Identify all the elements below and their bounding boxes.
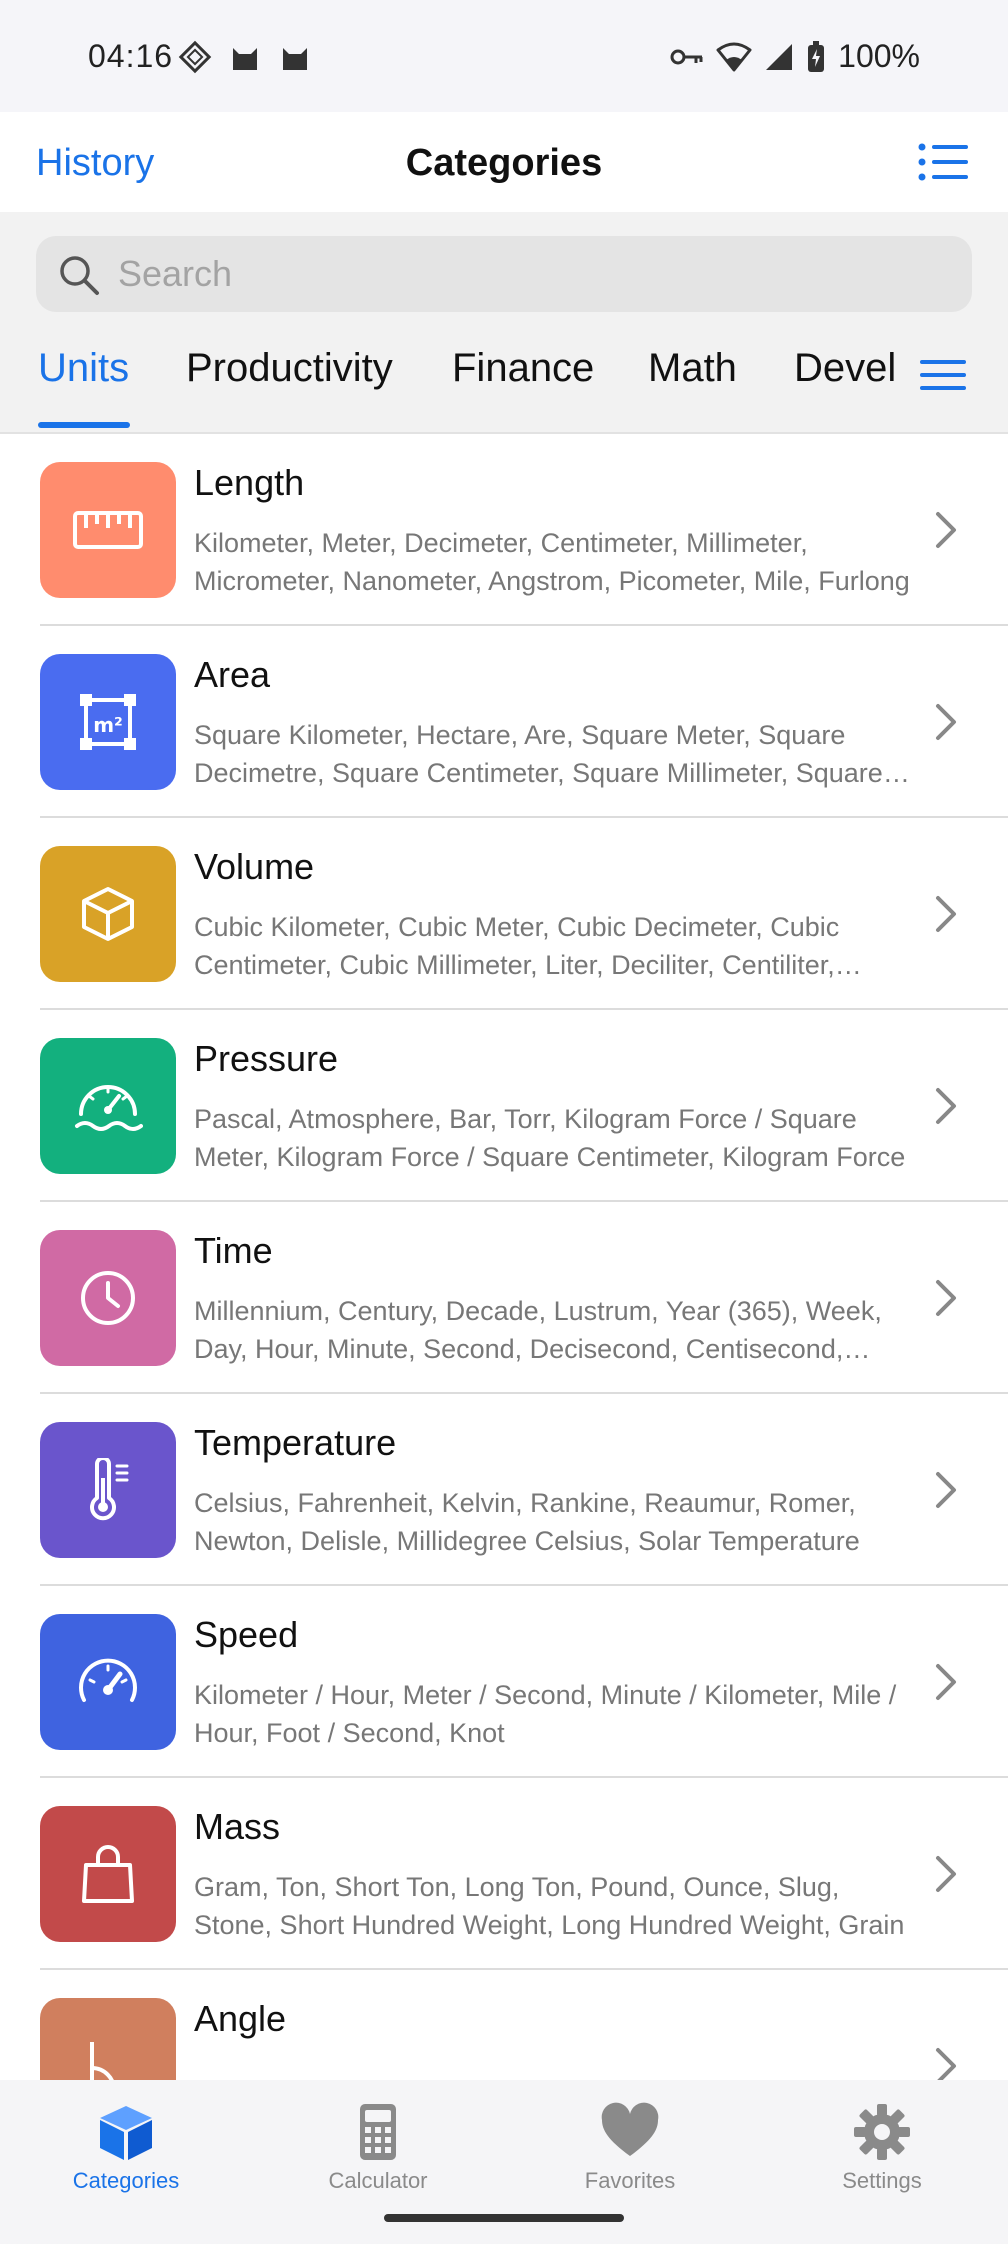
category-units: Kilometer, Meter, Decimeter, Centimeter,… [194,528,910,596]
category-row-pressure[interactable]: Pressure Pascal, Atmosphere, Bar, Torr, … [0,1010,1008,1202]
battery-percent: 100% [838,38,920,74]
gear-icon [854,2104,910,2160]
list-icon[interactable] [918,142,968,182]
page-title: Categories [405,142,603,184]
category-row-length[interactable]: Length Kilometer, Meter, Decimeter, Cent… [0,434,1008,626]
wifi-icon [716,42,752,71]
category-units: Square Kilometer, Hectare, Are, Square M… [194,720,883,788]
bottom-nav-label: Categories [72,2168,180,2193]
cat-icon [283,48,307,70]
bottom-nav-calculator[interactable]: Calculator [252,2080,504,2210]
tab-productivity[interactable]: Productivity [186,346,393,391]
shopping-bag-icon [40,1806,176,1942]
category-list: Length Kilometer, Meter, Decimeter, Cent… [0,432,1008,2080]
status-system-icons: 100% [670,38,920,75]
category-units: Millennium, Century, Decade, Lustrum, Ye… [194,1296,882,1364]
chevron-right-icon [936,704,956,740]
tab-math[interactable]: Math [648,346,737,391]
category-title: Area [194,654,271,695]
chevron-right-icon [936,1472,956,1508]
category-row-temperature[interactable]: Temperature Celsius, Fahrenheit, Kelvin,… [0,1394,1008,1586]
calculator-icon [360,2104,396,2160]
tab-devel[interactable]: Devel [794,346,896,391]
search-input[interactable] [118,246,938,302]
clock-icon [40,1230,176,1366]
svg-text:m²: m² [93,713,123,737]
bottom-nav-categories[interactable]: Categories [0,2080,252,2210]
cube-icon [40,846,176,982]
chevron-right-icon [936,896,956,932]
square-meter-icon: m² [40,654,176,790]
category-title: Temperature [194,1422,397,1463]
status-bar: 04:16 100% [0,0,1008,112]
bottom-nav-label: Favorites [584,2168,676,2193]
category-row-volume[interactable]: Volume Cubic Kilometer, Cubic Meter, Cub… [0,818,1008,1010]
home-indicator[interactable] [384,2214,624,2222]
bottom-nav-label: Settings [842,2168,922,2193]
tab-finance[interactable]: Finance [452,346,594,391]
angle-icon [40,1998,176,2080]
search-box[interactable] [36,236,972,312]
bottom-nav-favorites[interactable]: Favorites [504,2080,756,2210]
chevron-right-icon [936,2048,956,2080]
cat-icon [233,48,257,70]
ruler-icon [40,462,176,598]
chevron-right-icon [936,512,956,548]
active-tab-indicator [38,422,130,428]
status-time: 04:16 [88,38,174,74]
category-units: Pascal, Atmosphere, Bar, Torr, Kilogram … [194,1104,906,1172]
category-title: Volume [194,846,315,887]
category-units: Celsius, Fahrenheit, Kelvin, Rankine, Re… [194,1488,860,1556]
category-title: Mass [194,1806,281,1847]
diamond-icon [178,40,212,74]
category-title: Pressure [194,1038,339,1079]
search-region: Units Productivity Finance Math Devel [0,212,1008,432]
chevron-right-icon [936,1280,956,1316]
signal-icon [766,43,793,70]
tab-units[interactable]: Units [38,346,129,391]
vpn-key-icon [670,49,703,64]
category-title: Angle [194,1998,287,2039]
pressure-gauge-icon [40,1038,176,1174]
chevron-right-icon [936,1664,956,1700]
category-title: Speed [194,1614,299,1655]
category-row-angle[interactable]: Angle [0,1970,1008,2080]
category-row-speed[interactable]: Speed Kilometer / Hour, Meter / Second, … [0,1586,1008,1778]
cube-icon [100,2106,152,2160]
status-notification-icons [178,40,312,74]
category-units: Kilometer / Hour, Meter / Second, Minute… [194,1680,897,1748]
category-title: Length [194,462,305,503]
category-row-area[interactable]: m² Area Square Kilometer, Hectare, Are, … [0,626,1008,818]
heart-icon [601,2102,659,2156]
top-navbar: History Categories [0,112,1008,212]
category-units: Gram, Ton, Short Ton, Long Ton, Pound, O… [194,1872,905,1940]
thermometer-icon [40,1422,176,1558]
bottom-nav-settings[interactable]: Settings [756,2080,1008,2210]
category-title: Time [194,1230,273,1271]
hamburger-icon[interactable] [920,358,966,392]
bottom-nav-label: Calculator [328,2168,428,2193]
speedometer-icon [40,1614,176,1750]
category-row-time[interactable]: Time Millennium, Century, Decade, Lustru… [0,1202,1008,1394]
search-icon [60,256,99,295]
category-tabs: Units Productivity Finance Math Devel [0,332,1008,432]
chevron-right-icon [936,1088,956,1124]
category-row-mass[interactable]: Mass Gram, Ton, Short Ton, Long Ton, Pou… [0,1778,1008,1970]
chevron-right-icon [936,1856,956,1892]
category-units: Cubic Kilometer, Cubic Meter, Cubic Deci… [194,912,840,980]
battery-icon [808,40,825,72]
